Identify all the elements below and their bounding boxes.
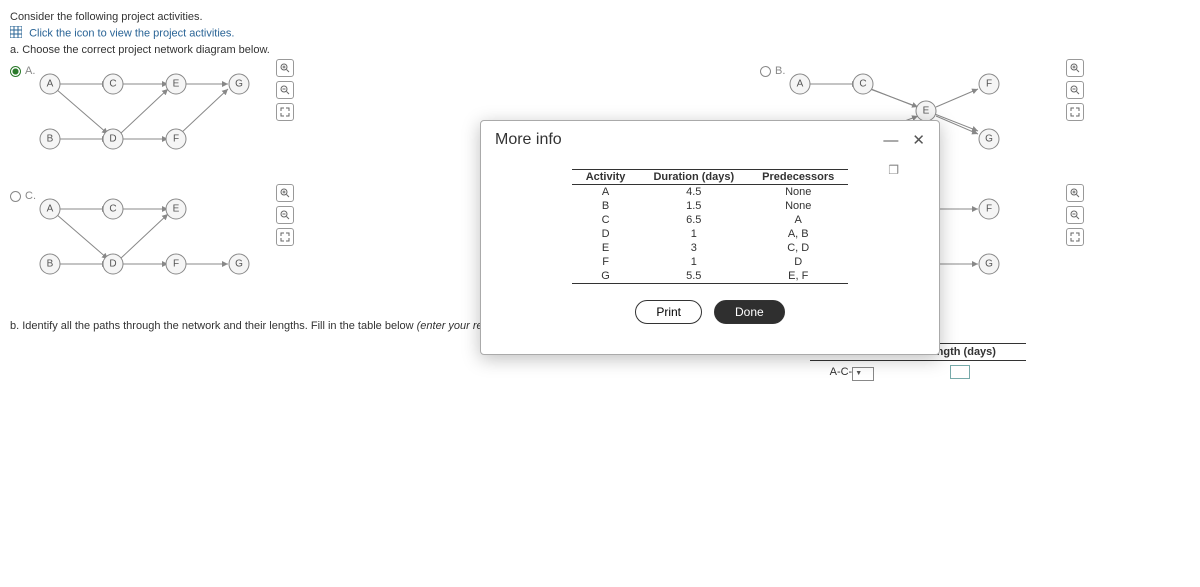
- radio-option-b[interactable]: [760, 66, 771, 77]
- table-row: F1D: [572, 255, 849, 269]
- network-diagram-a: A C E G B D F: [28, 59, 288, 169]
- zoom-out-icon[interactable]: [1066, 81, 1084, 99]
- svg-text:C: C: [109, 204, 116, 215]
- path-prefix: A-C-: [830, 366, 853, 378]
- zoom-in-icon[interactable]: [276, 59, 294, 77]
- expand-icon[interactable]: [1066, 103, 1084, 121]
- radio-option-a[interactable]: [10, 66, 21, 77]
- col-duration: Duration (days): [639, 170, 748, 185]
- minimize-icon[interactable]: —: [883, 132, 898, 149]
- svg-text:A: A: [47, 204, 54, 215]
- expand-icon[interactable]: [1066, 228, 1084, 246]
- part-a-prefix: a.: [10, 44, 22, 56]
- more-info-modal: More info — ✕ ❐ Activity Duration (days)…: [480, 120, 940, 355]
- expand-icon[interactable]: [276, 228, 294, 246]
- path-next-dropdown[interactable]: [852, 367, 874, 381]
- close-icon[interactable]: ✕: [912, 131, 925, 149]
- modal-title: More info: [495, 131, 562, 149]
- done-button[interactable]: Done: [714, 300, 785, 324]
- expand-icon[interactable]: [276, 103, 294, 121]
- svg-text:F: F: [173, 134, 179, 145]
- table-row: G5.5E, F: [572, 269, 849, 284]
- svg-text:D: D: [109, 259, 116, 270]
- svg-text:C: C: [109, 79, 116, 90]
- print-button[interactable]: Print: [635, 300, 702, 324]
- svg-text:G: G: [235, 259, 243, 270]
- part-b-prefix: b.: [10, 320, 22, 332]
- svg-text:B: B: [47, 134, 54, 145]
- svg-text:C: C: [859, 79, 866, 90]
- activities-grid-icon[interactable]: [10, 26, 22, 41]
- table-row: B1.5None: [572, 199, 849, 213]
- zoom-in-icon[interactable]: [276, 184, 294, 202]
- zoom-in-icon[interactable]: [1066, 184, 1084, 202]
- part-a-text: Choose the correct project network diagr…: [22, 44, 270, 56]
- svg-text:A: A: [47, 79, 54, 90]
- table-row: A-C-: [810, 361, 1026, 387]
- svg-text:G: G: [985, 134, 993, 145]
- svg-text:E: E: [923, 106, 930, 117]
- zoom-in-icon[interactable]: [1066, 59, 1084, 77]
- table-row: C6.5A: [572, 213, 849, 227]
- intro-line-1: Consider the following project activitie…: [10, 11, 1190, 23]
- svg-text:D: D: [109, 134, 116, 145]
- svg-text:G: G: [235, 79, 243, 90]
- svg-text:G: G: [985, 259, 993, 270]
- table-row: D1A, B: [572, 227, 849, 241]
- zoom-out-icon[interactable]: [1066, 206, 1084, 224]
- length-input[interactable]: [950, 365, 970, 379]
- svg-text:A: A: [797, 79, 804, 90]
- table-row: E3C, D: [572, 241, 849, 255]
- radio-option-c[interactable]: [10, 191, 21, 202]
- svg-text:F: F: [986, 204, 992, 215]
- view-activities-link[interactable]: Click the icon to view the project activ…: [29, 27, 234, 39]
- zoom-out-icon[interactable]: [276, 206, 294, 224]
- svg-text:F: F: [986, 79, 992, 90]
- activities-table: Activity Duration (days) Predecessors A4…: [572, 169, 849, 284]
- svg-text:B: B: [47, 259, 54, 270]
- copy-icon[interactable]: ❐: [888, 163, 899, 177]
- col-activity: Activity: [572, 170, 640, 185]
- part-b-text: Identify all the paths through the netwo…: [22, 320, 416, 332]
- svg-text:E: E: [173, 79, 180, 90]
- svg-text:F: F: [173, 259, 179, 270]
- zoom-out-icon[interactable]: [276, 81, 294, 99]
- network-diagram-c: A C E B D F G: [28, 184, 288, 294]
- col-predecessors: Predecessors: [748, 170, 848, 185]
- svg-text:E: E: [173, 204, 180, 215]
- table-row: A4.5None: [572, 185, 849, 200]
